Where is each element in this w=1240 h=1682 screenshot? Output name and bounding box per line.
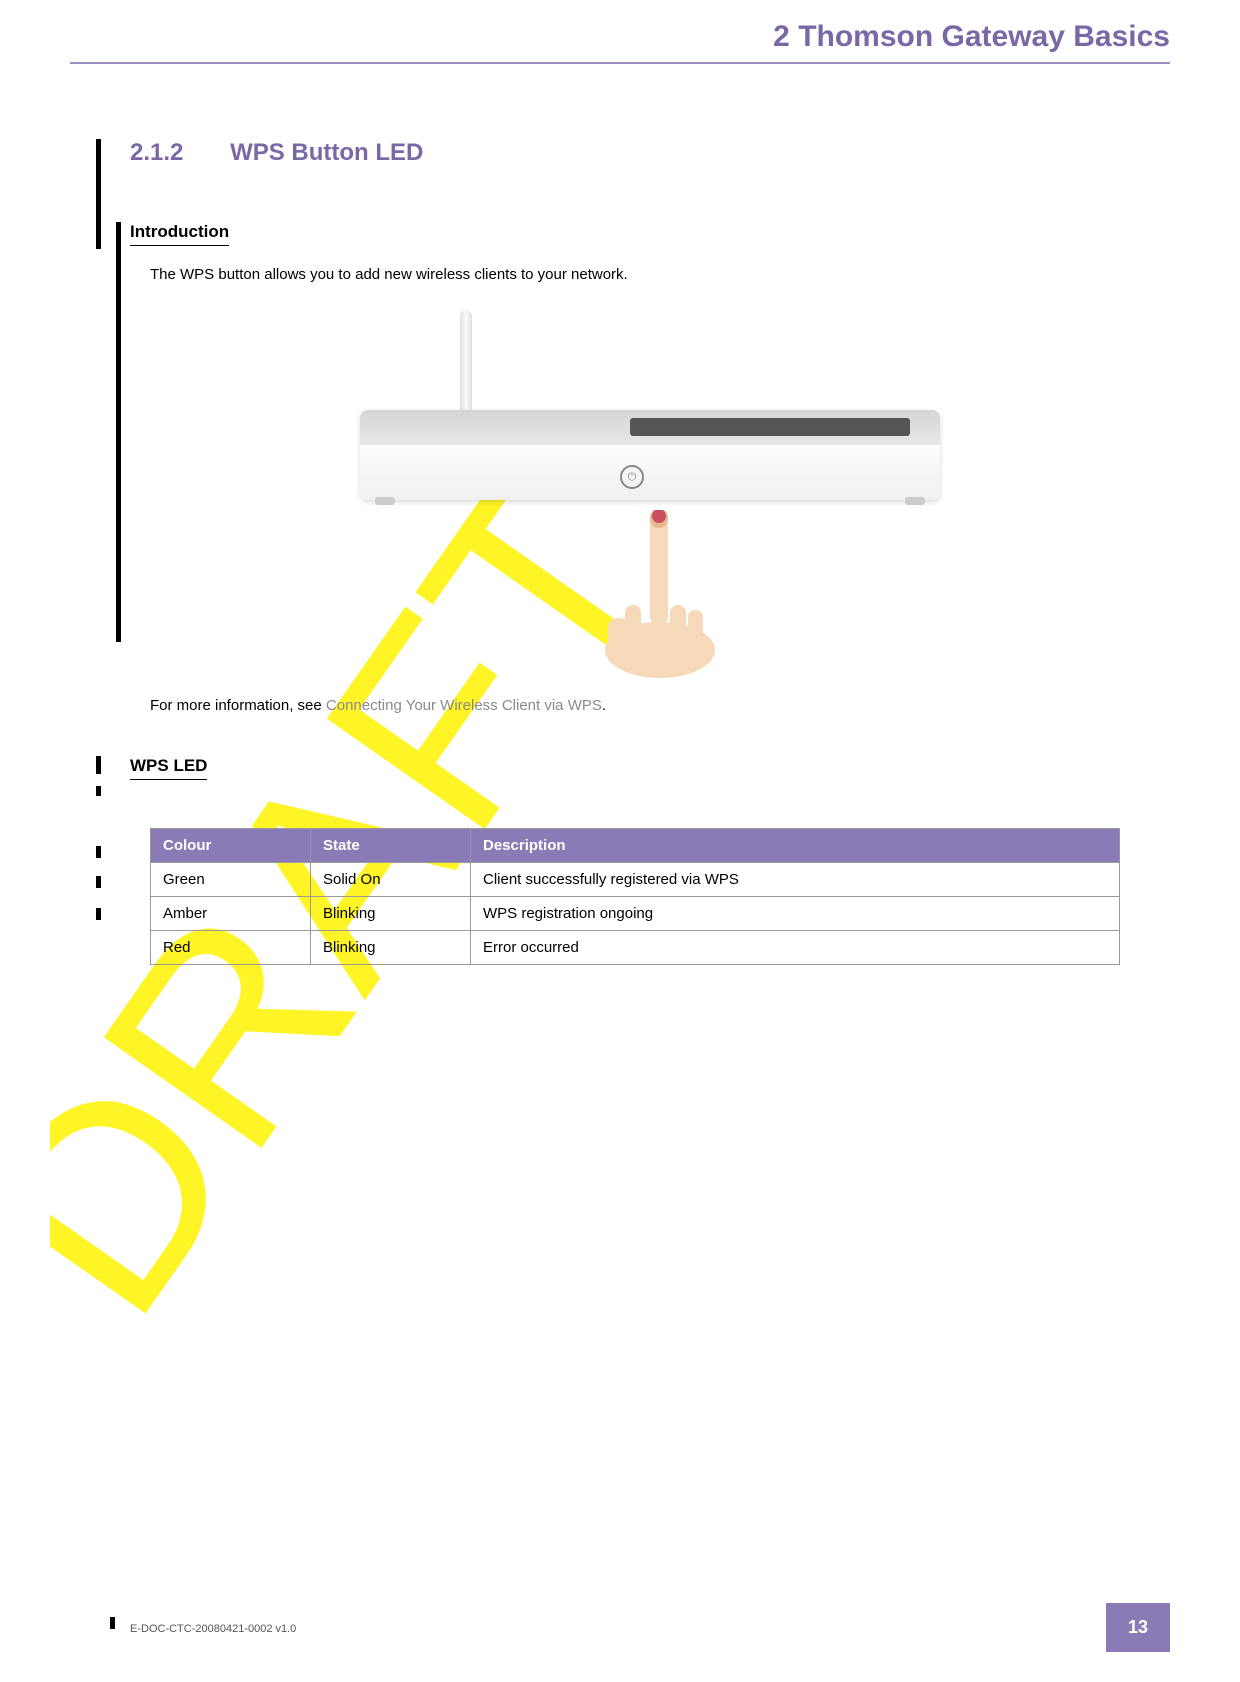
section-title: WPS Button LED: [230, 139, 423, 166]
introduction-body: The WPS button allows you to add new wir…: [150, 264, 1170, 285]
table-row: Red Blinking Error occurred: [151, 931, 1120, 965]
wps-button-icon: ⏻: [620, 465, 644, 489]
more-info-text: For more information, see Connecting You…: [150, 695, 1170, 716]
chapter-title: Thomson Gateway Basics: [798, 20, 1170, 53]
header-divider: [70, 62, 1170, 64]
table-row: Green Solid On Client successfully regis…: [151, 863, 1120, 897]
section-heading: 2.1.2 WPS Button LED: [130, 139, 1170, 167]
chapter-number: 2: [773, 20, 790, 53]
page-number: 13: [1106, 1603, 1170, 1652]
table-row: Amber Blinking WPS registration ongoing: [151, 897, 1120, 931]
col-header-state: State: [311, 829, 471, 863]
col-header-colour: Colour: [151, 829, 311, 863]
wps-link[interactable]: Connecting Your Wireless Client via WPS: [326, 697, 602, 714]
router-illustration: ⏻: [130, 295, 1170, 675]
page-header: 2 Thomson Gateway Basics: [70, 0, 1170, 74]
wps-led-heading: WPS LED: [130, 756, 207, 780]
pointing-hand-icon: [590, 510, 730, 680]
router-device: ⏻: [360, 410, 940, 500]
wps-led-table: Colour State Description Green Solid On …: [150, 828, 1120, 965]
router-antenna: [460, 310, 472, 420]
page-footer: E-DOC-CTC-20080421-0002 v1.0 13: [70, 1603, 1170, 1652]
document-id: E-DOC-CTC-20080421-0002 v1.0: [130, 1623, 296, 1635]
introduction-heading: Introduction: [130, 222, 229, 246]
col-header-description: Description: [471, 829, 1120, 863]
section-number: 2.1.2: [130, 139, 183, 167]
table-header-row: Colour State Description: [151, 829, 1120, 863]
